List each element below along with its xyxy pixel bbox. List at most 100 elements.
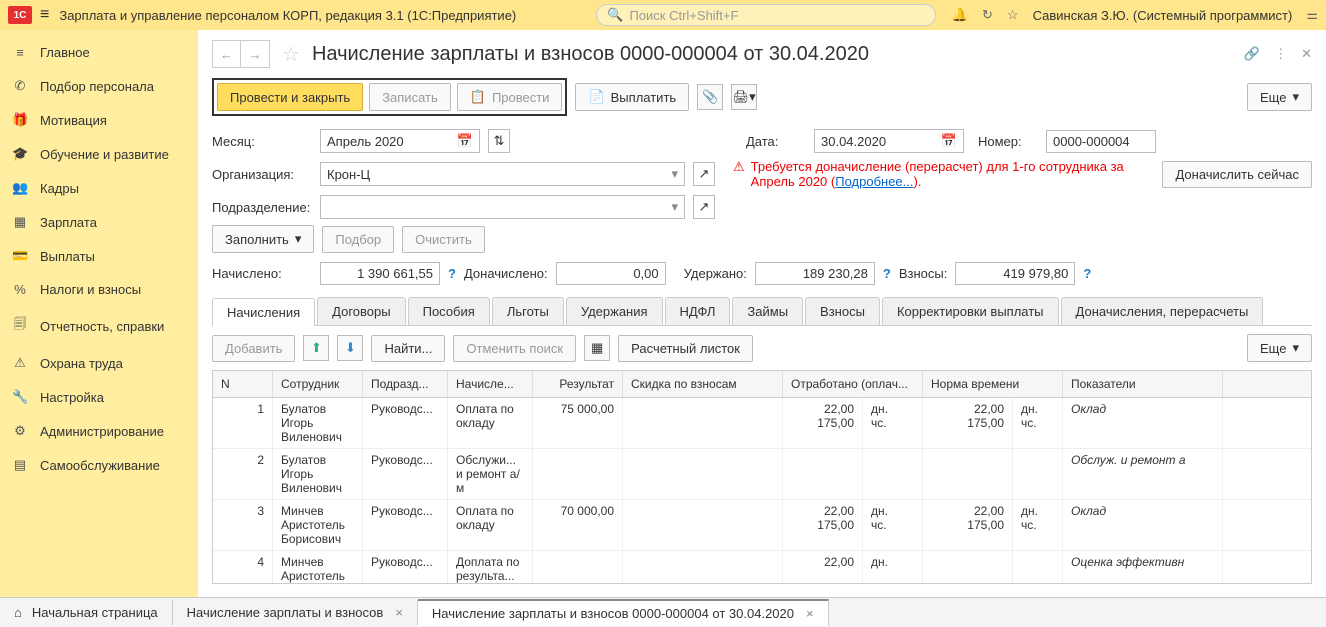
add-row-button[interactable]: Добавить bbox=[212, 335, 295, 362]
tab[interactable]: Корректировки выплаты bbox=[882, 297, 1059, 325]
month-input[interactable]: Апрель 2020📅 bbox=[320, 129, 480, 153]
nav-forward-button[interactable]: → bbox=[241, 41, 269, 67]
table-row[interactable]: 4Минчев АристотельРуководс...Доплата по … bbox=[213, 551, 1311, 583]
column-header[interactable]: Подразд... bbox=[363, 371, 448, 397]
kebab-icon[interactable]: ⋮ bbox=[1274, 46, 1287, 62]
save-button[interactable]: Записать bbox=[369, 83, 451, 111]
sidebar-item[interactable]: 🔧 Настройка bbox=[0, 380, 198, 414]
sidebar-item[interactable]: 👥Кадры bbox=[0, 171, 198, 205]
close-tab-icon[interactable]: × bbox=[806, 606, 814, 621]
menu-burger-icon[interactable]: ≡ bbox=[40, 6, 49, 24]
search-input[interactable]: 🔍 Поиск Ctrl+Shift+F bbox=[596, 4, 936, 26]
nav-back-button[interactable]: ← bbox=[213, 41, 241, 67]
table-row[interactable]: 3Минчев Аристотель БорисовичРуководс...О… bbox=[213, 500, 1311, 551]
sidebar-icon: ▤ bbox=[12, 457, 28, 473]
column-header[interactable]: Начисле... bbox=[448, 371, 533, 397]
sidebar-item[interactable]: 💳Выплаты bbox=[0, 239, 198, 273]
tab[interactable]: Доначисления, перерасчеты bbox=[1061, 297, 1264, 325]
calendar-icon[interactable]: 📅 bbox=[935, 133, 957, 149]
sidebar-label: Выплаты bbox=[40, 249, 95, 264]
column-header[interactable]: Норма времени bbox=[923, 371, 1063, 397]
sidebar-item[interactable]: ▦ Зарплата bbox=[0, 205, 198, 239]
favorite-star-icon[interactable]: ☆ bbox=[282, 42, 300, 67]
close-icon[interactable]: ✕ bbox=[1301, 46, 1312, 62]
sidebar-item[interactable]: ⚠Охрана труда bbox=[0, 346, 198, 380]
grid-settings-button[interactable]: ▦ bbox=[584, 335, 610, 361]
grid-more-button[interactable]: Еще ▾ bbox=[1247, 334, 1312, 362]
help-icon[interactable]: ? bbox=[1083, 266, 1091, 281]
number-input[interactable]: 0000-000004 bbox=[1046, 130, 1156, 153]
tab[interactable]: Льготы bbox=[492, 297, 564, 325]
org-open-button[interactable]: ↗ bbox=[693, 162, 715, 186]
payslip-button[interactable]: Расчетный листок bbox=[618, 335, 753, 362]
cancel-find-button[interactable]: Отменить поиск bbox=[453, 335, 576, 362]
find-button[interactable]: Найти... bbox=[371, 335, 445, 362]
sidebar-item[interactable]: ⚙Администрирование bbox=[0, 414, 198, 448]
pay-icon: 📄 bbox=[588, 89, 604, 105]
user-label[interactable]: Савинская З.Ю. (Системный программист) bbox=[1033, 8, 1293, 23]
sidebar-label: Настройка bbox=[40, 390, 104, 405]
post-button[interactable]: 📋Провести bbox=[457, 83, 563, 111]
tab[interactable]: Начисления bbox=[212, 298, 315, 326]
calendar-icon[interactable]: 📅 bbox=[451, 133, 473, 149]
star-icon[interactable]: ☆ bbox=[1007, 7, 1019, 23]
help-icon[interactable]: ? bbox=[448, 266, 456, 281]
sidebar-label: Мотивация bbox=[40, 113, 107, 128]
move-down-button[interactable]: ⬇ bbox=[337, 335, 363, 361]
bell-icon[interactable]: 🔔 bbox=[952, 7, 968, 23]
column-header[interactable]: Результат bbox=[533, 371, 623, 397]
clear-button[interactable]: Очистить bbox=[402, 226, 485, 253]
home-icon: ⌂ bbox=[14, 605, 22, 620]
window-tab-active[interactable]: Начисление зарплаты и взносов 0000-00000… bbox=[418, 599, 829, 626]
column-header[interactable]: Отработано (оплач... bbox=[783, 371, 923, 397]
fill-button[interactable]: Заполнить ▾ bbox=[212, 225, 314, 253]
sidebar-item[interactable]: 🎓Обучение и развитие bbox=[0, 137, 198, 171]
pay-button[interactable]: 📄Выплатить bbox=[575, 83, 689, 111]
recalc-now-button[interactable]: Доначислить сейчас bbox=[1162, 161, 1312, 188]
sidebar-item[interactable]: 🎁Мотивация bbox=[0, 103, 198, 137]
table-row[interactable]: 1Булатов Игорь ВиленовичРуководс...Оплат… bbox=[213, 398, 1311, 449]
month-spin[interactable]: ⇅ bbox=[488, 129, 510, 153]
more-button[interactable]: Еще ▾ bbox=[1247, 83, 1312, 111]
logo-1c: 1C bbox=[8, 6, 32, 24]
move-up-button[interactable]: ⬆ bbox=[303, 335, 329, 361]
sidebar-item[interactable]: %Налоги и взносы bbox=[0, 273, 198, 306]
sidebar-item[interactable]: ✆Подбор персонала bbox=[0, 69, 198, 103]
attach-button[interactable]: 📎 bbox=[697, 84, 723, 110]
table-row[interactable]: 2Булатов Игорь ВиленовичРуководс...Обслу… bbox=[213, 449, 1311, 500]
dept-input[interactable]: ▾ bbox=[320, 195, 685, 219]
date-input[interactable]: 30.04.2020📅 bbox=[814, 129, 964, 153]
tab[interactable]: Займы bbox=[732, 297, 803, 325]
sidebar-item[interactable]: ≡Главное bbox=[0, 36, 198, 69]
dept-open-button[interactable]: ↗ bbox=[693, 195, 715, 219]
settings-icon[interactable]: ⚌ bbox=[1306, 7, 1318, 23]
org-input[interactable]: Крон-Ц▾ bbox=[320, 162, 685, 186]
pick-button[interactable]: Подбор bbox=[322, 226, 394, 253]
chevron-down-icon[interactable]: ▾ bbox=[665, 166, 678, 182]
sidebar-item[interactable]: 🗐Отчетность, справки bbox=[0, 306, 198, 346]
window-tab[interactable]: Начисление зарплаты и взносов× bbox=[173, 600, 418, 625]
tab[interactable]: Пособия bbox=[408, 297, 490, 325]
tab[interactable]: Договоры bbox=[317, 297, 405, 325]
close-tab-icon[interactable]: × bbox=[395, 605, 403, 620]
home-tab[interactable]: ⌂Начальная страница bbox=[0, 600, 173, 625]
column-header[interactable]: Сотрудник bbox=[273, 371, 363, 397]
column-header[interactable]: Скидка по взносам bbox=[623, 371, 783, 397]
sidebar-icon: ▦ bbox=[12, 214, 28, 230]
help-icon[interactable]: ? bbox=[883, 266, 891, 281]
warning-details-link[interactable]: Подробнее... bbox=[835, 174, 913, 189]
sidebar-label: Зарплата bbox=[40, 215, 97, 230]
link-icon[interactable]: 🔗 bbox=[1244, 46, 1260, 62]
tab[interactable]: Удержания bbox=[566, 297, 663, 325]
sidebar-icon: 🔧 bbox=[12, 389, 28, 405]
column-header[interactable]: Показатели bbox=[1063, 371, 1223, 397]
tab[interactable]: НДФЛ bbox=[665, 297, 731, 325]
column-header[interactable]: N bbox=[213, 371, 273, 397]
sidebar-label: Самообслуживание bbox=[40, 458, 160, 473]
tab[interactable]: Взносы bbox=[805, 297, 880, 325]
sidebar-item[interactable]: ▤ Самообслуживание bbox=[0, 448, 198, 482]
chevron-down-icon[interactable]: ▾ bbox=[665, 199, 678, 215]
post-and-close-button[interactable]: Провести и закрыть bbox=[217, 83, 363, 111]
history-icon[interactable]: ↻ bbox=[982, 7, 993, 23]
print-button[interactable]: 🖨▾ bbox=[731, 84, 757, 110]
